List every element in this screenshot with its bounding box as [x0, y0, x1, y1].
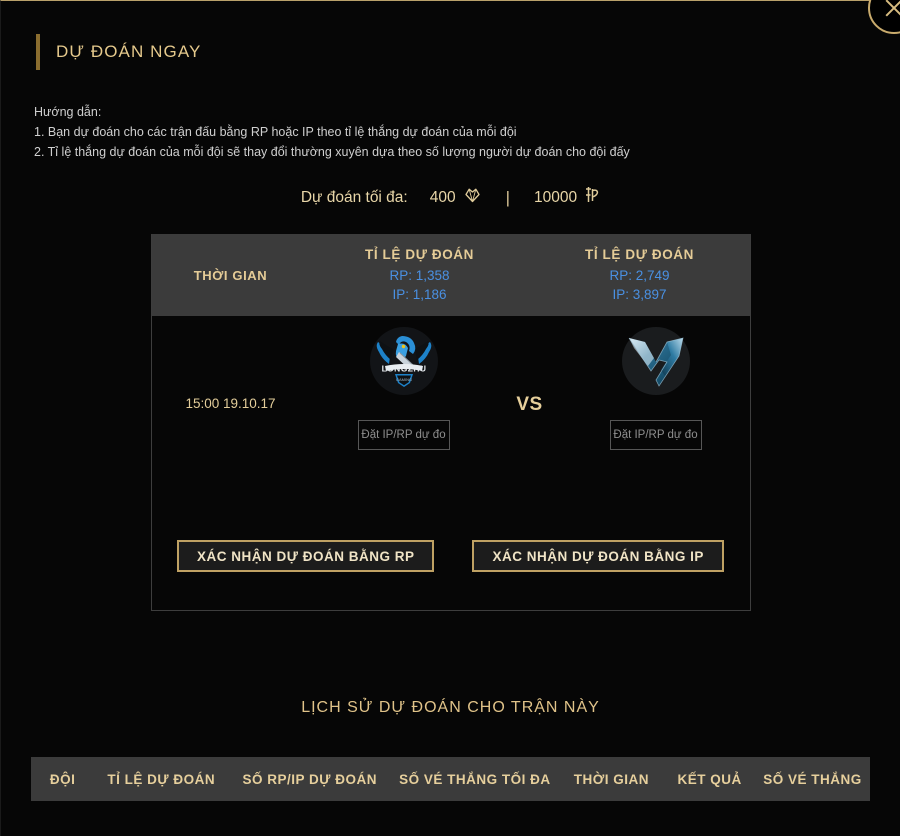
longzhu-gaming-logo: LONGZHU GAMING — [369, 327, 438, 395]
team2-rp-odds: RP: 2,749 — [609, 267, 670, 283]
match-time: 15:00 19.10.17 — [185, 396, 276, 411]
history-col-odds: TỈ LỆ DỰ ĐOÁN — [107, 771, 216, 787]
history-col-won-tickets: SỐ VÉ THẮNG — [763, 771, 862, 787]
vs-label: VS — [516, 394, 543, 415]
team1-bet-input[interactable] — [357, 420, 450, 450]
match-panel: THỜI GIAN TỈ LỆ DỰ ĐOÁN RP: 1,358 IP: 1,… — [150, 234, 751, 611]
header-cell-team2-odds: TỈ LỆ DỰ ĐOÁN RP: 2,749 IP: 3,897 — [530, 247, 750, 304]
history-col-team: ĐỘI — [49, 771, 76, 787]
confirm-rp-button[interactable]: XÁC NHẬN DỰ ĐOÁN BẰNG RP — [177, 540, 435, 572]
confirm-buttons-row: XÁC NHẬN DỰ ĐOÁN BẰNG RP XÁC NHẬN DỰ ĐOÁ… — [151, 512, 750, 610]
header-cell-team1-odds: TỈ LỆ DỰ ĐOÁN RP: 1,358 IP: 1,186 — [310, 247, 530, 304]
instructions-line-1: 1. Bạn dự đoán cho các trận đấu bằng RP … — [34, 125, 517, 139]
history-col-result: KẾT QUẢ — [677, 771, 742, 787]
header-cell-time: THỜI GIAN — [152, 268, 310, 283]
history-table-header: ĐỘI TỈ LỆ DỰ ĐOÁN SỐ RP/IP DỰ ĐOÁN SỐ VÉ… — [31, 757, 870, 801]
svg-text:LONGZHU: LONGZHU — [381, 364, 426, 374]
samsung-galaxy-logo — [621, 327, 690, 395]
history-col-max-tickets: SỐ VÉ THẮNG TỐI ĐA — [399, 771, 551, 787]
max-bet-ip-amount: 10000 — [534, 188, 578, 206]
close-icon[interactable] — [868, 0, 900, 34]
rp-gem-icon — [463, 187, 482, 209]
max-bet-row: Dự đoán tối đa: 400 | 10000 — [1, 186, 900, 209]
modal-header: DỰ ĐOÁN NGAY — [36, 34, 900, 70]
team1-ip-odds: IP: 1,186 — [392, 286, 447, 302]
match-table-header: THỜI GIAN TỈ LỆ DỰ ĐOÁN RP: 1,358 IP: 1,… — [151, 234, 750, 316]
match-row: 15:00 19.10.17 LONGZHU GAMING Đặt IP/RP … — [151, 316, 750, 512]
team2-bet-input[interactable] — [609, 420, 702, 450]
page-title: DỰ ĐOÁN NGAY — [56, 42, 202, 61]
history-col-amount: SỐ RP/IP DỰ ĐOÁN — [242, 771, 377, 787]
ip-coin-icon — [584, 186, 600, 209]
max-bet-rp-amount: 400 — [429, 188, 456, 206]
confirm-ip-button[interactable]: XÁC NHẬN DỰ ĐOÁN BẰNG IP — [472, 540, 724, 572]
instructions-heading: Hướng dẫn: — [34, 105, 102, 119]
header-time-label: THỜI GIAN — [193, 267, 268, 283]
title-accent-bar — [36, 34, 40, 70]
history-section-title: LỊCH SỬ DỰ ĐOÁN CHO TRẬN NÀY — [301, 699, 600, 716]
team1-odds-title: TỈ LỆ DỰ ĐOÁN — [365, 246, 474, 262]
svg-text:GAMING: GAMING — [395, 377, 411, 382]
team2-odds-title: TỈ LỆ DỰ ĐOÁN — [585, 246, 694, 262]
team1-rp-odds: RP: 1,358 — [389, 267, 450, 283]
max-bet-label: Dự đoán tối đa: — [300, 188, 408, 206]
team2-cell — [562, 316, 750, 450]
history-col-time: THỜI GIAN — [573, 771, 650, 787]
team1-cell: LONGZHU GAMING — [310, 316, 498, 450]
team2-ip-odds: IP: 3,897 — [612, 286, 667, 302]
max-bet-separator: | — [505, 187, 511, 207]
instructions-line-2: 2. Tỉ lệ thắng dự đoán của mỗi đội sẽ th… — [34, 145, 630, 159]
instructions-block: Hướng dẫn: 1. Bạn dự đoán cho các trận đ… — [34, 102, 900, 162]
prediction-modal: DỰ ĐOÁN NGAY Hướng dẫn: 1. Bạn dự đoán c… — [0, 0, 900, 836]
